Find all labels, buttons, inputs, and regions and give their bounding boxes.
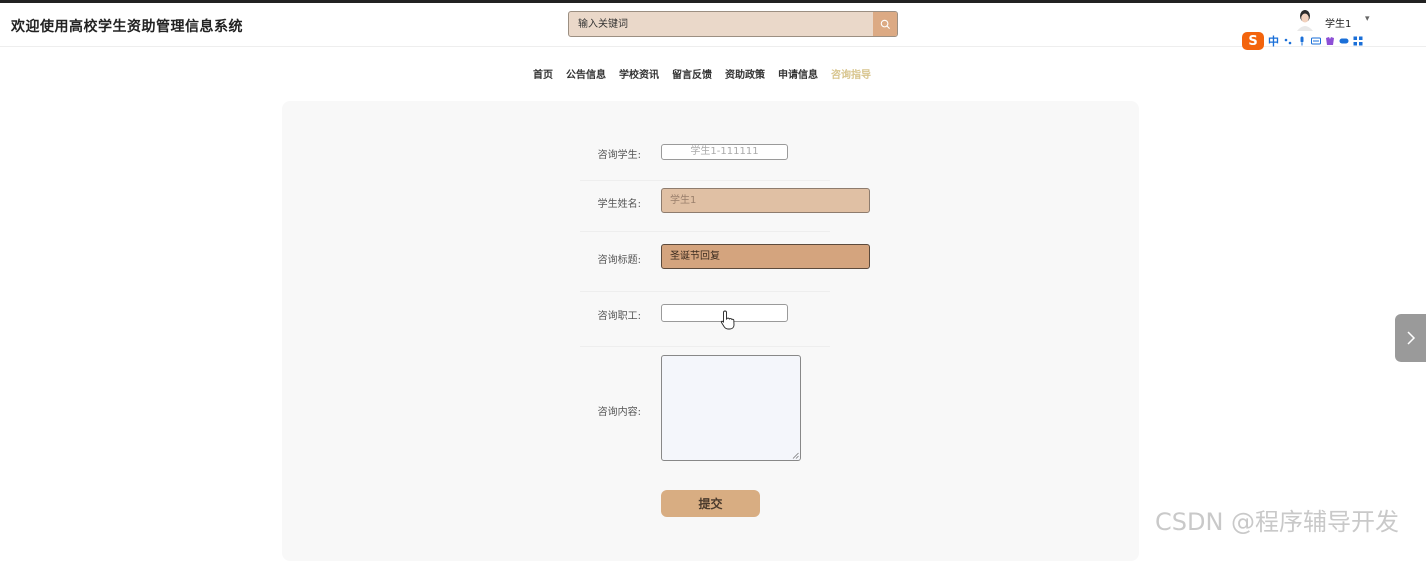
main-nav: 首页 公告信息 学校资讯 留言反馈 资助政策 申请信息 咨询指导	[533, 66, 871, 81]
chevron-right-icon	[1406, 331, 1415, 345]
hand-cursor-icon	[720, 310, 735, 330]
submit-button[interactable]: 提交	[661, 490, 760, 517]
row-divider	[580, 346, 830, 347]
consult-content-textarea[interactable]	[661, 355, 801, 461]
chevron-down-icon: ▾	[1365, 14, 1370, 24]
consult-title-label: 咨询标题:	[597, 255, 641, 266]
row-divider	[580, 180, 830, 181]
student-name-label: 学生姓名:	[597, 199, 641, 210]
ime-toolbar: S 中	[1242, 32, 1363, 50]
nav-item-school-news[interactable]: 学校资讯	[619, 66, 659, 81]
consult-student-field[interactable]: 学生1-111111	[661, 144, 788, 160]
username: 学生1	[1325, 19, 1352, 30]
nav-item-consultation[interactable]: 咨询指导	[831, 66, 871, 81]
watermark: CSDN @程序辅导开发	[1155, 508, 1400, 536]
search-button[interactable]	[873, 12, 897, 36]
nav-item-applications[interactable]: 申请信息	[778, 66, 818, 81]
skin-icon[interactable]	[1325, 36, 1335, 46]
site-title: 欢迎使用高校学生资助管理信息系统	[11, 19, 243, 35]
top-header: 欢迎使用高校学生资助管理信息系统 学生1 ▾ S 中	[0, 3, 1426, 50]
row-divider	[580, 291, 830, 292]
consultation-form-panel: 咨询学生: 学生1-111111 学生姓名: 学生1 咨询标题: 圣诞节回复 咨…	[282, 101, 1139, 561]
search-box	[568, 11, 898, 37]
search-icon	[880, 19, 890, 29]
consult-content-label: 咨询内容:	[597, 407, 641, 418]
sogou-logo-icon[interactable]: S	[1242, 32, 1264, 50]
ime-mode-label[interactable]: 中	[1268, 33, 1279, 49]
keyboard-icon[interactable]	[1311, 36, 1321, 46]
nav-item-aid-policy[interactable]: 资助政策	[725, 66, 765, 81]
row-divider	[580, 231, 830, 232]
avatar	[1297, 10, 1313, 31]
punctuation-icon[interactable]	[1283, 36, 1293, 46]
nav-item-feedback[interactable]: 留言反馈	[672, 66, 712, 81]
nav-item-announcements[interactable]: 公告信息	[566, 66, 606, 81]
consult-title-input[interactable]: 圣诞节回复	[661, 244, 870, 269]
microphone-icon[interactable]	[1297, 36, 1307, 46]
search-input[interactable]	[569, 12, 869, 36]
resize-handle-icon[interactable]	[792, 452, 799, 459]
nav-item-home[interactable]: 首页	[533, 66, 553, 81]
game-icon[interactable]	[1339, 36, 1349, 46]
consult-student-label: 咨询学生:	[597, 150, 641, 161]
student-name-field[interactable]: 学生1	[661, 188, 870, 213]
toolbox-icon[interactable]	[1353, 36, 1363, 46]
side-expand-tab[interactable]	[1395, 314, 1426, 362]
consult-staff-label: 咨询职工:	[597, 311, 641, 322]
